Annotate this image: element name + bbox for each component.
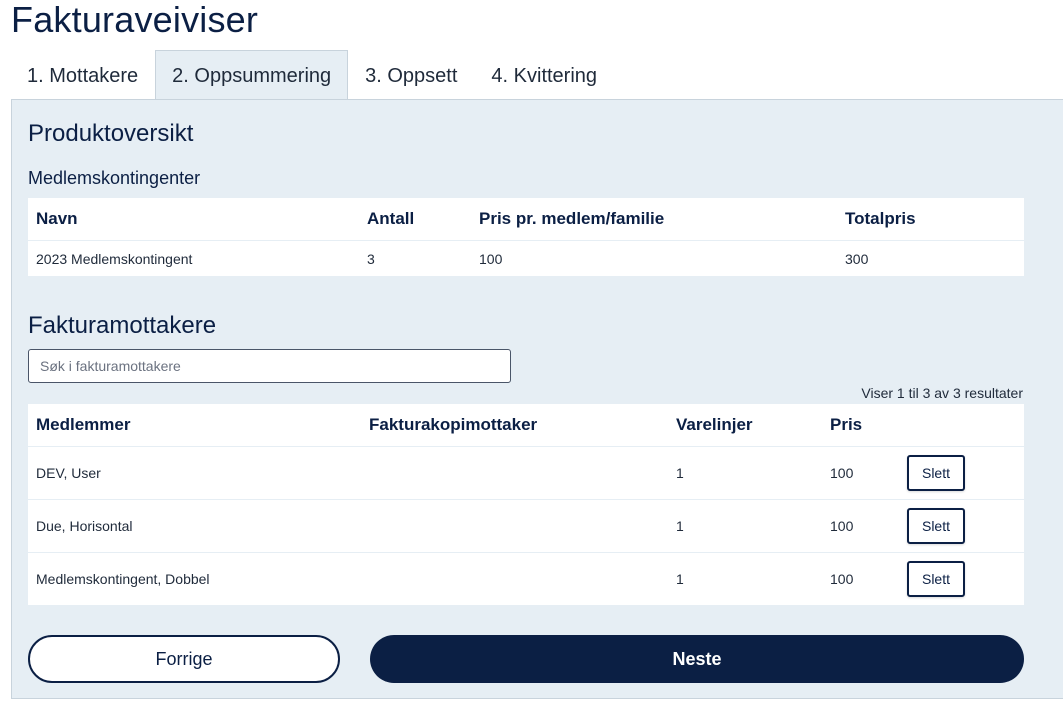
delete-button[interactable]: Slett: [907, 455, 965, 491]
product-name: 2023 Medlemskontingent: [36, 250, 193, 267]
line-count: 1: [676, 571, 684, 587]
table-row: Medlemskontingent, Dobbel 1 100 Slett: [28, 552, 1024, 605]
member-name: DEV, User: [36, 465, 101, 481]
table-row: 2023 Medlemskontingent 3 100 300: [28, 240, 1024, 276]
recipients-table-header: Medlemmer Fakturakopimottaker Varelinjer…: [28, 404, 1024, 446]
summary-panel: Produktoversikt Medlemskontingenter Navn…: [11, 99, 1063, 699]
line-count: 1: [676, 518, 684, 534]
column-header-varelinjer: Varelinjer: [676, 415, 753, 434]
price: 100: [830, 518, 854, 534]
tab-oppsummering[interactable]: 2. Oppsummering: [155, 50, 349, 100]
column-header-antall: Antall: [367, 209, 415, 228]
delete-button[interactable]: Slett: [907, 508, 965, 544]
column-header-pris: Pris: [830, 415, 863, 434]
column-header-medlemmer: Medlemmer: [36, 415, 131, 434]
product-quantity: 3: [367, 250, 375, 267]
product-table-header: Navn Antall Pris pr. medlem/familie Tota…: [28, 198, 1024, 240]
tab-mottakere[interactable]: 1. Mottakere: [11, 50, 155, 100]
column-header-pris: Pris pr. medlem/familie: [479, 209, 665, 228]
tab-kvittering[interactable]: 4. Kvittering: [474, 50, 614, 100]
product-overview-subtitle: Medlemskontingenter: [28, 168, 201, 188]
product-total: 300: [845, 250, 869, 267]
column-header-navn: Navn: [36, 209, 78, 228]
tab-oppsett[interactable]: 3. Oppsett: [348, 50, 474, 100]
results-count: Viser 1 til 3 av 3 resultater: [861, 385, 1023, 401]
product-unit-price: 100: [479, 250, 503, 267]
table-row: DEV, User 1 100 Slett: [28, 446, 1024, 499]
previous-button[interactable]: Forrige: [28, 635, 340, 683]
delete-button[interactable]: Slett: [907, 561, 965, 597]
column-header-fakturakopimottaker: Fakturakopimottaker: [369, 415, 538, 434]
next-button[interactable]: Neste: [370, 635, 1024, 683]
price: 100: [830, 571, 854, 587]
member-name: Medlemskontingent, Dobbel: [36, 571, 210, 587]
page-title: Fakturaveiviser: [11, 0, 259, 40]
product-overview-title: Produktoversikt: [28, 120, 194, 147]
search-input[interactable]: [28, 349, 511, 383]
wizard-tabs: 1. Mottakere 2. Oppsummering 3. Oppsett …: [11, 50, 614, 100]
member-name: Due, Horisontal: [36, 518, 133, 534]
column-header-totalpris: Totalpris: [845, 209, 916, 228]
line-count: 1: [676, 465, 684, 481]
recipients-title: Fakturamottakere: [28, 312, 217, 339]
table-row: Due, Horisontal 1 100 Slett: [28, 499, 1024, 552]
price: 100: [830, 465, 854, 481]
recipients-table: Medlemmer Fakturakopimottaker Varelinjer…: [28, 404, 1024, 605]
product-table: Navn Antall Pris pr. medlem/familie Tota…: [28, 198, 1024, 276]
